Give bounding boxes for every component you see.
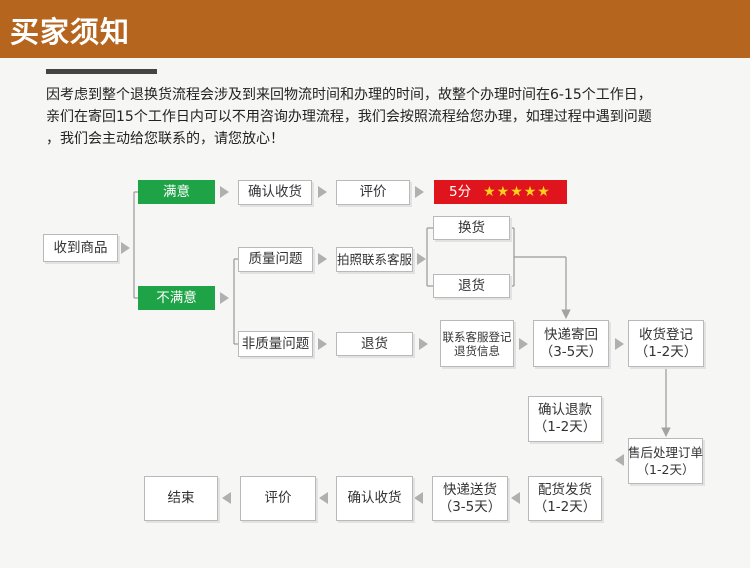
node-return-goods-1: 退货 (433, 274, 510, 298)
arrow-right (318, 186, 327, 198)
node-confirm-refund: 确认退款 （1-2天） (528, 396, 602, 442)
node-confirm-receipt-1: 确认收货 (238, 180, 312, 205)
arrow-right (615, 338, 624, 350)
node-express-delivery: 快递送货 （3-5天） (432, 476, 508, 521)
node-receipt-register: 收货登记 （1-2天） (628, 320, 704, 367)
node-end: 结束 (144, 476, 218, 521)
arrow-left (222, 492, 231, 504)
node-return-goods-2: 退货 (336, 332, 413, 356)
node-after-sales: 售后处理订单 （1-2天） (628, 438, 703, 484)
arrow-left (511, 492, 520, 504)
node-photo-contact: 拍照联系客服 (336, 247, 413, 272)
arrow-left (414, 492, 423, 504)
star-icon: ★★★★★ (483, 183, 551, 200)
arrow-right (519, 338, 528, 350)
node-quality-issue: 质量问题 (238, 247, 313, 272)
node-review-1: 评价 (336, 180, 410, 205)
arrow-right (220, 186, 229, 198)
rating-score: 5分 (449, 183, 472, 200)
node-express-return: 快递寄回 （3-5天） (533, 320, 609, 367)
arrow-right (415, 186, 424, 198)
node-ship-goods: 配货发货 （1-2天） (528, 476, 602, 521)
node-non-quality-issue: 非质量问题 (238, 331, 313, 357)
node-register-return: 联系客服登记 退货信息 (440, 320, 514, 367)
arrow-left (615, 454, 624, 466)
node-unsatisfied: 不满意 (138, 286, 215, 310)
node-review-2: 评价 (240, 476, 316, 521)
node-satisfied: 满意 (138, 180, 215, 204)
arrow-right (318, 338, 327, 350)
arrow-right (220, 292, 229, 304)
node-rating: 5分 ★★★★★ (434, 180, 567, 204)
arrow-right (419, 338, 428, 350)
arrow-right (121, 242, 130, 254)
arrow-right (318, 253, 327, 265)
node-confirm-receipt-2: 确认收货 (336, 476, 413, 521)
arrow-right (417, 253, 426, 265)
node-exchange: 换货 (433, 216, 510, 240)
node-receive: 收到商品 (43, 234, 118, 262)
arrow-left (319, 492, 328, 504)
